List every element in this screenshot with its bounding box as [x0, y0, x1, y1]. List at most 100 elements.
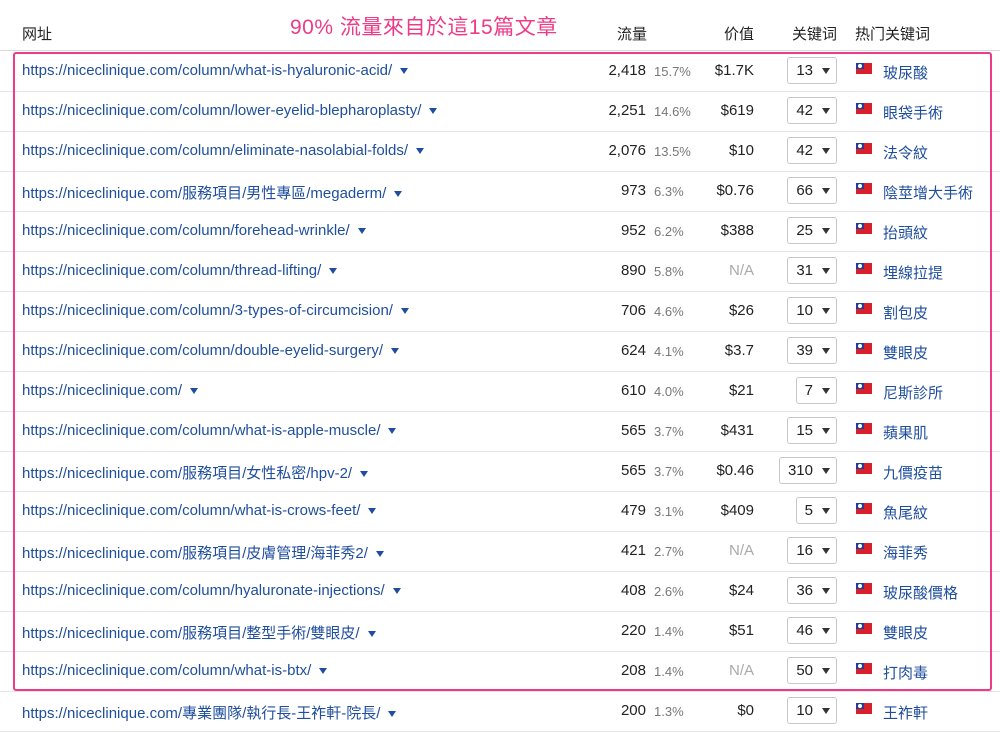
caret-down-icon[interactable]	[357, 228, 366, 235]
traffic-value-usd: $0	[737, 702, 754, 719]
page-url-link[interactable]: https://niceclinique.com/服務項目/整型手術/雙眼皮/	[22, 622, 376, 643]
page-url-link[interactable]: https://niceclinique.com/column/thread-l…	[22, 262, 338, 279]
page-url-link[interactable]: https://niceclinique.com/column/what-is-…	[22, 662, 328, 679]
column-header-keywords[interactable]: 关键词	[792, 23, 837, 44]
keywords-dropdown[interactable]: 13	[787, 57, 837, 84]
caret-down-icon[interactable]	[400, 68, 409, 75]
flag-canton	[856, 263, 864, 269]
top-keyword-link[interactable]: 雙眼皮	[883, 622, 928, 643]
caret-down-icon[interactable]	[319, 668, 328, 675]
url-text[interactable]: https://niceclinique.com/column/forehead…	[22, 222, 350, 239]
url-text[interactable]: https://niceclinique.com/column/what-is-…	[22, 502, 360, 519]
keywords-dropdown[interactable]: 25	[787, 217, 837, 244]
caret-down-icon[interactable]	[360, 471, 369, 478]
top-keyword-link[interactable]: 尼斯診所	[883, 382, 943, 403]
keywords-dropdown[interactable]: 50	[787, 657, 837, 684]
keywords-count: 13	[796, 62, 813, 79]
url-text[interactable]: https://niceclinique.com/column/double-e…	[22, 342, 383, 359]
url-text[interactable]: https://niceclinique.com/column/lower-ey…	[22, 102, 421, 119]
caret-down-icon[interactable]	[388, 428, 397, 435]
keywords-dropdown[interactable]: 36	[787, 577, 837, 604]
caret-down-icon[interactable]	[367, 631, 376, 638]
top-keyword-link[interactable]: 抬頭紋	[883, 222, 928, 243]
page-url-link[interactable]: https://niceclinique.com/column/double-e…	[22, 342, 400, 359]
top-keyword-link[interactable]: 九價疫苗	[883, 462, 943, 483]
top-keyword-link[interactable]: 蘋果肌	[883, 422, 928, 443]
column-header-value[interactable]: 价值	[724, 23, 754, 44]
top-keyword-link[interactable]: 埋線拉提	[883, 262, 943, 283]
caret-down-icon[interactable]	[416, 148, 425, 155]
keywords-dropdown[interactable]: 31	[787, 257, 837, 284]
page-url-link[interactable]: https://niceclinique.com/服務項目/男性專區/megad…	[22, 182, 403, 203]
keywords-dropdown[interactable]: 5	[795, 497, 837, 524]
page-url-link[interactable]: https://niceclinique.com/column/what-is-…	[22, 62, 409, 79]
page-url-link[interactable]: https://niceclinique.com/服務項目/皮膚管理/海菲秀2/	[22, 542, 384, 563]
page-url-link[interactable]: https://niceclinique.com/服務項目/女性私密/hpv-2…	[22, 462, 369, 483]
keywords-dropdown[interactable]: 42	[787, 97, 837, 124]
page-url-link[interactable]: https://niceclinique.com/column/lower-ey…	[22, 102, 438, 119]
keywords-dropdown[interactable]: 46	[787, 617, 837, 644]
caret-down-icon[interactable]	[329, 268, 338, 275]
page-url-link[interactable]: https://niceclinique.com/column/what-is-…	[22, 422, 397, 439]
page-url-link[interactable]: https://niceclinique.com/專業團隊/執行長-王祚軒-院長…	[22, 702, 397, 723]
keywords-dropdown[interactable]: 39	[787, 337, 837, 364]
top-keyword-link[interactable]: 玻尿酸價格	[883, 582, 958, 603]
page-url-link[interactable]: https://niceclinique.com/column/hyaluron…	[22, 582, 401, 599]
caret-down-icon[interactable]	[429, 108, 438, 115]
url-text[interactable]: https://niceclinique.com/專業團隊/執行長-王祚軒-院長…	[22, 705, 380, 722]
flag-sun	[858, 224, 862, 228]
top-keyword-link[interactable]: 眼袋手術	[883, 102, 943, 123]
keywords-dropdown[interactable]: 15	[787, 417, 837, 444]
traffic-value-usd: $24	[728, 582, 754, 599]
keywords-dropdown[interactable]: 42	[787, 137, 837, 164]
chevron-down-icon	[822, 507, 830, 514]
caret-down-icon[interactable]	[392, 588, 401, 595]
url-text[interactable]: https://niceclinique.com/column/hyaluron…	[22, 582, 385, 599]
url-text[interactable]: https://niceclinique.com/column/thread-l…	[22, 262, 321, 279]
traffic-percent: 1.3%	[654, 704, 684, 719]
top-keyword-link[interactable]: 打肉毒	[883, 662, 928, 683]
url-text[interactable]: https://niceclinique.com/	[22, 382, 182, 399]
top-keyword-link[interactable]: 雙眼皮	[883, 342, 928, 363]
url-text[interactable]: https://niceclinique.com/服務項目/皮膚管理/海菲秀2/	[22, 545, 368, 562]
top-keyword-link[interactable]: 玻尿酸	[883, 62, 928, 83]
column-header-traffic[interactable]: 流量	[617, 23, 647, 44]
url-text[interactable]: https://niceclinique.com/column/what-is-…	[22, 62, 392, 79]
page-url-link[interactable]: https://niceclinique.com/column/what-is-…	[22, 502, 377, 519]
top-keyword-link[interactable]: 割包皮	[883, 302, 928, 323]
caret-down-icon[interactable]	[368, 508, 377, 515]
keywords-dropdown[interactable]: 16	[787, 537, 837, 564]
url-text[interactable]: https://niceclinique.com/服務項目/女性私密/hpv-2…	[22, 465, 352, 482]
caret-down-icon[interactable]	[388, 711, 397, 718]
url-text[interactable]: https://niceclinique.com/column/eliminat…	[22, 142, 408, 159]
caret-down-icon[interactable]	[394, 191, 403, 198]
keywords-dropdown[interactable]: 66	[787, 177, 837, 204]
caret-down-icon[interactable]	[375, 551, 384, 558]
page-url-link[interactable]: https://niceclinique.com/column/eliminat…	[22, 142, 425, 159]
url-text[interactable]: https://niceclinique.com/服務項目/男性專區/megad…	[22, 185, 386, 202]
top-keyword-link[interactable]: 海菲秀	[883, 542, 928, 563]
top-keyword-link[interactable]: 魚尾紋	[883, 502, 928, 523]
keywords-dropdown[interactable]: 10	[787, 697, 837, 724]
top-keyword-link[interactable]: 王祚軒	[883, 702, 928, 723]
traffic-value-usd: $1.7K	[714, 62, 754, 79]
column-header-top-keyword[interactable]: 热门关键词	[855, 23, 930, 44]
keywords-count: 25	[796, 222, 813, 239]
caret-down-icon[interactable]	[391, 348, 400, 355]
url-text[interactable]: https://niceclinique.com/column/what-is-…	[22, 662, 311, 679]
keywords-dropdown[interactable]: 310	[778, 457, 837, 484]
url-text[interactable]: https://niceclinique.com/column/3-types-…	[22, 302, 393, 319]
traffic-value: 220	[620, 622, 646, 639]
top-keyword-link[interactable]: 法令紋	[883, 142, 928, 163]
url-text[interactable]: https://niceclinique.com/column/what-is-…	[22, 422, 380, 439]
caret-down-icon[interactable]	[400, 308, 409, 315]
column-header-url[interactable]: 网址	[22, 23, 52, 44]
caret-down-icon[interactable]	[190, 388, 199, 395]
page-url-link[interactable]: https://niceclinique.com/column/3-types-…	[22, 302, 409, 319]
page-url-link[interactable]: https://niceclinique.com/	[22, 382, 199, 399]
keywords-dropdown[interactable]: 10	[787, 297, 837, 324]
url-text[interactable]: https://niceclinique.com/服務項目/整型手術/雙眼皮/	[22, 625, 360, 642]
keywords-dropdown[interactable]: 7	[795, 377, 837, 404]
top-keyword-link[interactable]: 陰莖增大手術	[883, 182, 973, 203]
page-url-link[interactable]: https://niceclinique.com/column/forehead…	[22, 222, 366, 239]
